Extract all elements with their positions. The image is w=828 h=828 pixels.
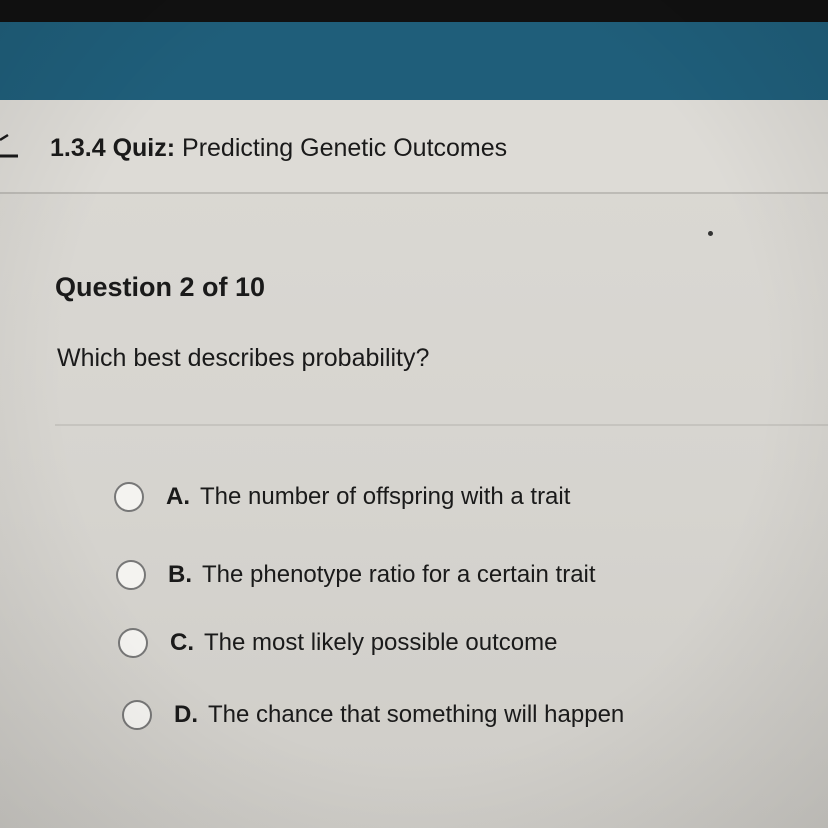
- option-letter: D.: [174, 701, 198, 728]
- option-text: The phenotype ratio for a certain trait: [202, 561, 596, 588]
- radio-button-a[interactable]: [114, 482, 144, 512]
- option-d[interactable]: D. The chance that something will happen: [122, 700, 624, 730]
- option-text: The chance that something will happen: [208, 701, 625, 728]
- radio-button-d[interactable]: [122, 700, 152, 730]
- option-text: The number of offspring with a trait: [200, 483, 571, 510]
- radio-button-b[interactable]: [116, 560, 146, 590]
- option-letter: A.: [166, 483, 190, 510]
- answer-options: A. The number of offspring with a trait …: [0, 0, 828, 828]
- option-letter: C.: [170, 629, 194, 656]
- option-a[interactable]: A. The number of offspring with a trait: [114, 482, 570, 512]
- option-letter: B.: [168, 561, 192, 588]
- option-text: The most likely possible outcome: [204, 629, 558, 656]
- radio-button-c[interactable]: [118, 628, 148, 658]
- option-b[interactable]: B. The phenotype ratio for a certain tra…: [116, 560, 596, 590]
- quiz-page: 1.3.4 Quiz: Predicting Genetic Outcomes …: [0, 0, 828, 828]
- option-c[interactable]: C. The most likely possible outcome: [118, 628, 557, 658]
